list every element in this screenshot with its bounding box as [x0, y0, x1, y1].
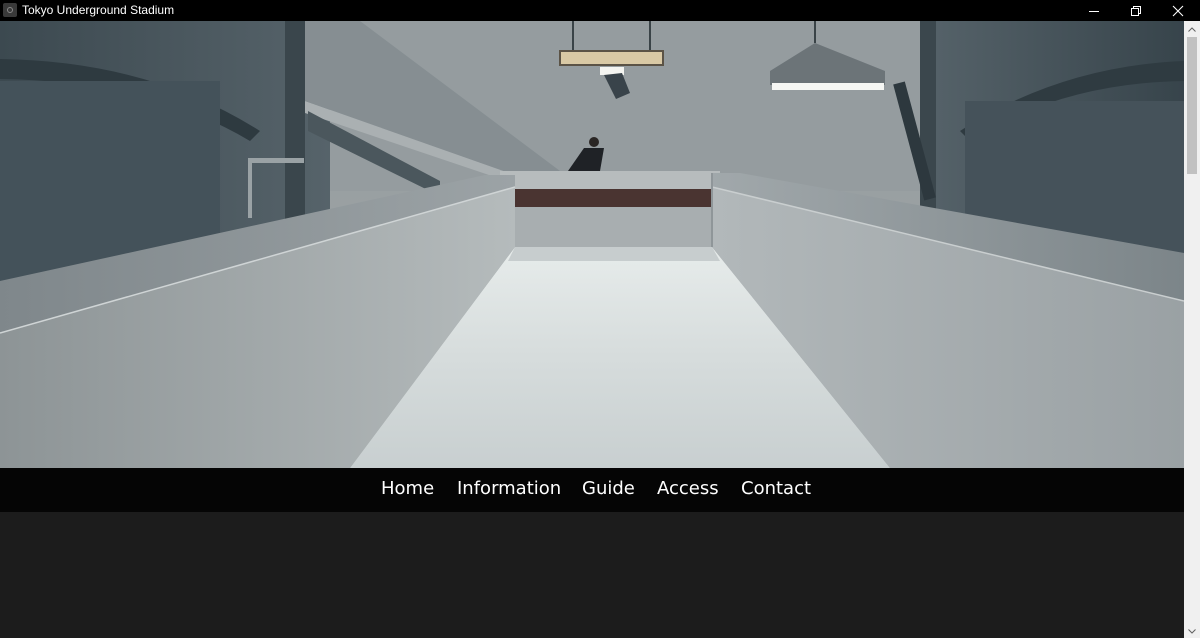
- scroll-down-button[interactable]: [1184, 624, 1200, 638]
- vertical-scrollbar[interactable]: [1184, 21, 1200, 638]
- nav-information[interactable]: Information: [457, 477, 561, 501]
- window-titlebar: Tokyo Underground Stadium: [0, 0, 1200, 21]
- close-icon: [1172, 5, 1184, 16]
- nav-guide[interactable]: Guide: [582, 477, 635, 501]
- minimize-icon: [1089, 10, 1099, 12]
- window-title: Tokyo Underground Stadium: [22, 3, 175, 17]
- main-nav: Home Information Guide Access Contact: [0, 468, 1184, 512]
- scroll-up-button[interactable]: [1184, 22, 1200, 36]
- nav-home[interactable]: Home: [381, 477, 434, 501]
- app-icon: [3, 3, 17, 17]
- nav-contact[interactable]: Contact: [741, 477, 811, 501]
- nav-access[interactable]: Access: [657, 477, 719, 501]
- scrollbar-thumb[interactable]: [1187, 37, 1197, 174]
- close-button[interactable]: [1156, 0, 1200, 21]
- hero-image: [0, 21, 1184, 468]
- restore-button[interactable]: [1114, 0, 1158, 21]
- chevron-down-icon: [1188, 628, 1196, 634]
- content-area: [0, 512, 1184, 638]
- chevron-up-icon: [1188, 26, 1196, 32]
- restore-icon: [1131, 5, 1141, 16]
- minimize-button[interactable]: [1072, 0, 1116, 21]
- concrete-stairway-photo: [0, 21, 1184, 468]
